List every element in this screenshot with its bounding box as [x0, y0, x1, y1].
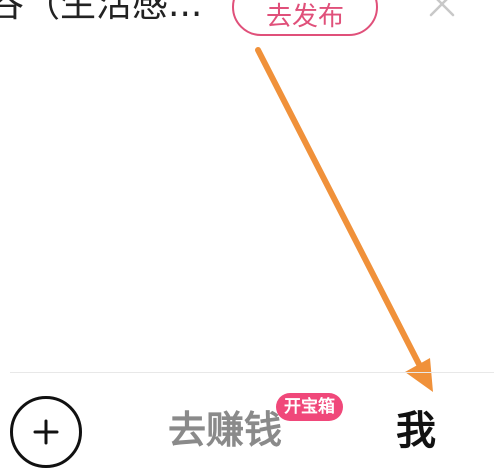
tab-me-label: 我: [396, 408, 436, 454]
tab-earn-money-label: 去赚钱: [168, 408, 283, 452]
plus-icon: [33, 419, 59, 445]
annotation-arrow: [255, 47, 433, 392]
tab-me[interactable]: 我: [396, 406, 436, 456]
add-button[interactable]: [10, 396, 82, 468]
publish-button[interactable]: 去发布: [232, 0, 378, 36]
close-icon[interactable]: [428, 0, 456, 18]
treasure-box-badge: 开宝箱: [276, 393, 343, 421]
screen: 谷（生活感... 去发布 去赚钱 开宝箱 我: [0, 0, 494, 468]
tabbar-divider: [10, 372, 494, 373]
banner-title: 谷（生活感...: [0, 0, 203, 25]
tab-earn-money[interactable]: 去赚钱: [168, 404, 282, 456]
